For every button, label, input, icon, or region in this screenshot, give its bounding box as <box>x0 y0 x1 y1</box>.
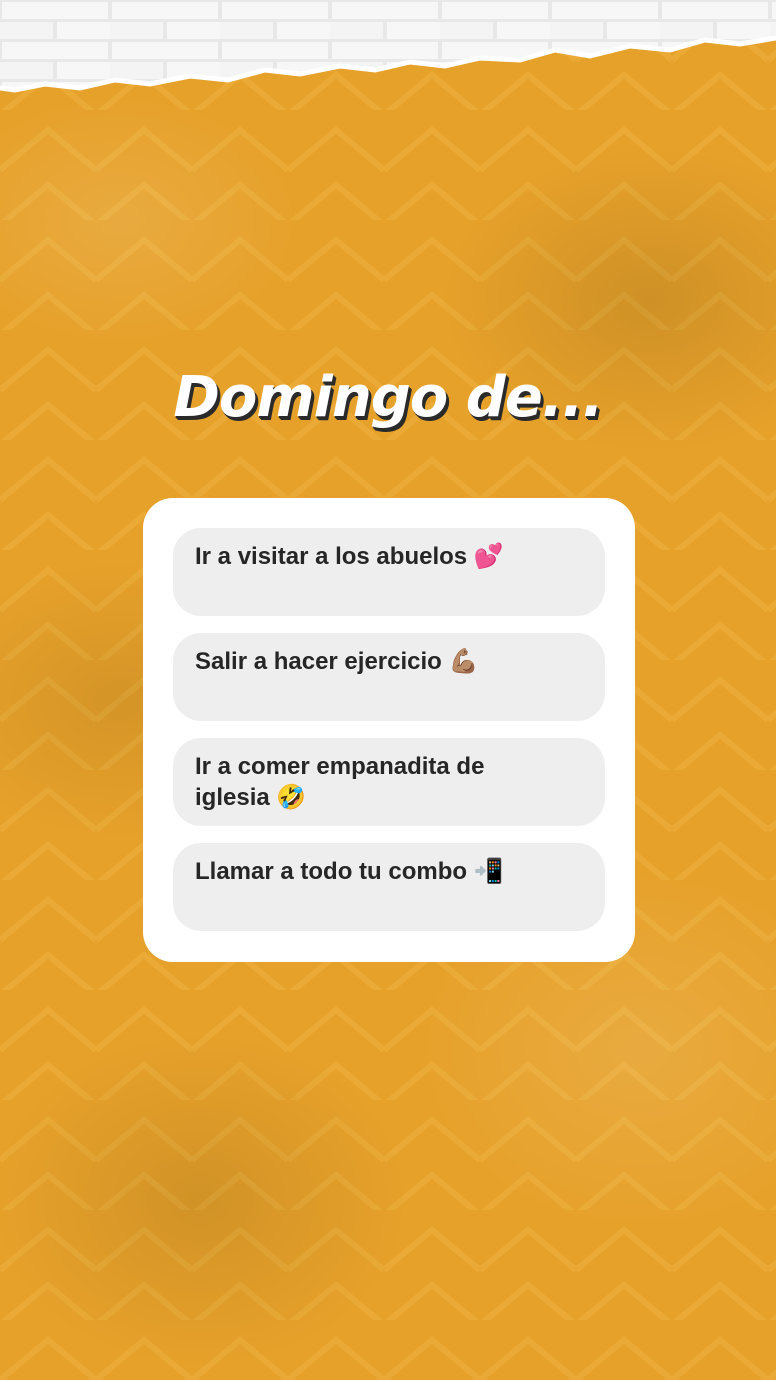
quiz-option-label: Ir a comer empanadita de iglesia 🤣 <box>195 753 485 811</box>
quiz-option-1[interactable]: Ir a visitar a los abuelos 💕 <box>173 528 605 616</box>
quiz-card: Ir a visitar a los abuelos 💕 Salir a hac… <box>143 498 635 962</box>
quiz-option-3[interactable]: Ir a comer empanadita de iglesia 🤣 <box>173 738 605 826</box>
quiz-option-2[interactable]: Salir a hacer ejercicio 💪🏽 <box>173 633 605 721</box>
quiz-option-label: Ir a visitar a los abuelos 💕 <box>195 543 504 570</box>
quiz-option-label: Llamar a todo tu combo 📲 <box>195 858 504 885</box>
quiz-option-label: Salir a hacer ejercicio 💪🏽 <box>195 648 479 675</box>
brick-wall-strip <box>0 0 776 93</box>
quiz-option-4[interactable]: Llamar a todo tu combo 📲 <box>173 843 605 931</box>
story-canvas: Domingo de... Ir a visitar a los abuelos… <box>0 0 776 1380</box>
story-title: Domingo de... <box>173 365 603 430</box>
